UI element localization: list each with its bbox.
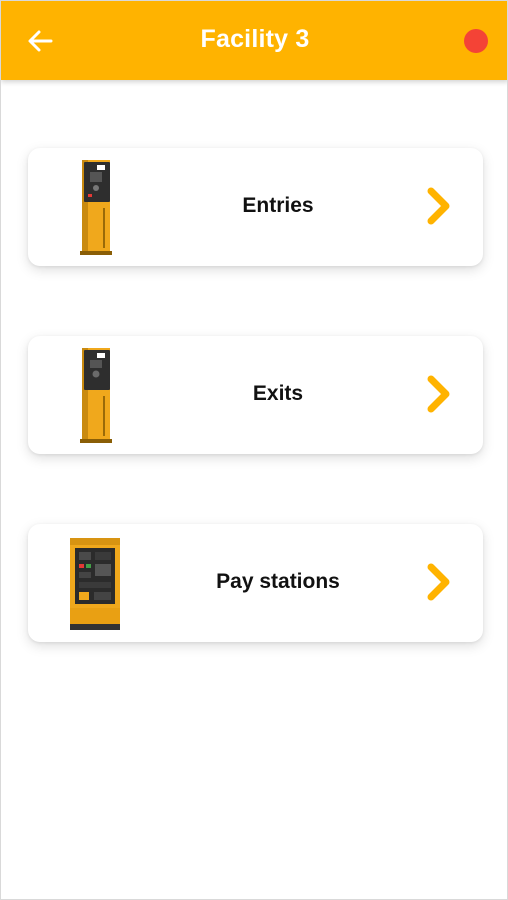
app-bar: Facility 3: [1, 1, 507, 80]
entry-terminal-image: [80, 160, 112, 255]
entries-card[interactable]: Entries: [28, 148, 483, 266]
chevron-right-icon: [427, 375, 450, 413]
exit-terminal-image: [80, 348, 112, 443]
pay-stations-card[interactable]: Pay stations: [28, 524, 483, 642]
page-title: Facility 3: [200, 25, 310, 53]
pay-stations-label: Pay stations: [216, 570, 340, 593]
exits-label: Exits: [252, 382, 304, 405]
status-indicator: [464, 29, 488, 53]
chevron-right-icon: [427, 563, 450, 601]
pay-station-image: [70, 538, 120, 630]
entries-label: Entries: [242, 194, 314, 217]
screen: Facility 3 Entries Exits Pay stations: [0, 0, 508, 900]
chevron-right-icon: [427, 187, 450, 225]
exits-card[interactable]: Exits: [28, 336, 483, 454]
